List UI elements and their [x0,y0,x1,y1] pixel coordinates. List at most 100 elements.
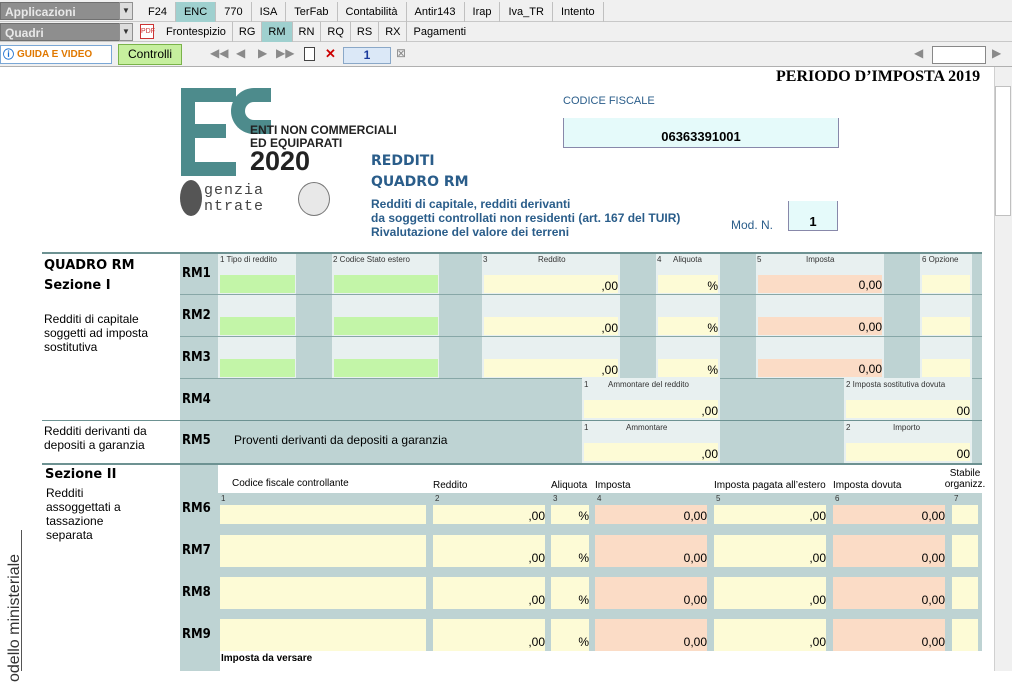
rm6-imposta-field[interactable]: 0,00 [595,505,707,524]
rm5-ammontare-field[interactable]: ,00 [584,443,718,461]
tab-rn[interactable]: RN [293,22,322,42]
tab-770[interactable]: 770 [216,2,252,22]
rm8-estero-field[interactable]: ,00 [714,577,826,609]
tab-terfab[interactable]: TerFab [286,2,338,22]
rm7-imposta-field[interactable]: 0,00 [595,535,707,567]
rm2-reddito-field[interactable]: ,00 [484,317,618,335]
rm1-stato-field[interactable] [334,275,438,293]
rm7-aliquota-field[interactable]: % [551,535,589,567]
col-num-6: 6 [835,494,840,503]
rm8-aliquota-field[interactable]: % [551,577,589,609]
tab-enc[interactable]: ENC [175,2,217,22]
tab-intento[interactable]: Intento [553,2,604,22]
help-icon: ⓘ [3,49,14,61]
codice-fiscale-label: CODICE FISCALE [563,95,655,107]
close-page-icon[interactable]: ⊠ [396,46,406,60]
rm9-codice-fiscale-field[interactable] [220,619,426,651]
rm7-reddito-field[interactable]: ,00 [433,535,545,567]
tab-rm[interactable]: RM [262,22,293,42]
rm2-label: RM2 [182,308,211,323]
tab-isa[interactable]: ISA [252,2,287,22]
tab-contabilita[interactable]: Contabilità [338,2,407,22]
rm8-codice-fiscale-field[interactable] [220,577,426,609]
rm7-stabile-field[interactable] [952,535,978,567]
rm1-tipo-field[interactable] [220,275,295,293]
tab-iva-tr[interactable]: Iva_TR [500,2,553,22]
new-page-icon[interactable] [304,47,315,61]
col-stabile-organizz: Stabile organizz. [944,468,986,490]
rm4-ammontare-field[interactable]: ,00 [584,400,718,418]
controlli-button[interactable]: Controlli [118,44,182,65]
rm9-dovuta-field[interactable]: 0,00 [833,619,945,651]
guida-video-button[interactable]: ⓘ GUIDA E VIDEO [0,45,112,64]
search-input[interactable] [932,46,986,64]
rm6-reddito-field[interactable]: ,00 [433,505,545,524]
rm9-reddito-field[interactable]: ,00 [433,619,545,651]
rm8-stabile-field[interactable] [952,577,978,609]
tab-rg[interactable]: RG [233,22,263,42]
rm2-opzione-field[interactable] [922,317,970,335]
tab-rx[interactable]: RX [379,22,408,42]
rm3-stato-field[interactable] [334,359,438,377]
tab-f24[interactable]: F24 [140,2,176,22]
rm2-tipo-field[interactable] [220,317,295,335]
rm8-dovuta-field[interactable]: 0,00 [833,577,945,609]
rm2-aliquota-field[interactable]: % [658,317,718,335]
applicazioni-dropdown[interactable]: Applicazioni [0,2,120,20]
codice-fiscale-field[interactable]: 06363391001 [563,118,839,148]
rm7-dovuta-field[interactable]: 0,00 [833,535,945,567]
mod-number-field[interactable]: 1 [788,201,838,231]
rm3-reddito-field[interactable]: ,00 [484,359,618,377]
rm9-stabile-field[interactable] [952,619,978,651]
tab-rs[interactable]: RS [351,22,380,42]
rm6-estero-field[interactable]: ,00 [714,505,826,524]
col-aliquota: Aliquota [551,480,588,491]
scroll-left-icon[interactable]: ◀ [914,46,923,60]
rm9-estero-field[interactable]: ,00 [714,619,826,651]
rm6-codice-fiscale-field[interactable] [220,505,426,524]
rm1-imposta-field[interactable]: 0,00 [758,275,882,293]
tab-antir143[interactable]: Antir143 [407,2,465,22]
rm1-opzione-field[interactable] [922,275,970,293]
scrollbar-thumb[interactable] [995,86,1011,216]
chevron-down-icon[interactable]: ▼ [119,23,133,41]
col-imposta-num: 5 [757,255,762,264]
rm6-aliquota-field[interactable]: % [551,505,589,524]
logo-year: 2020 [250,146,311,176]
chevron-down-icon[interactable]: ▼ [119,2,133,20]
pdf-icon[interactable]: PDF [140,24,155,39]
rm9-aliquota-field[interactable]: % [551,619,589,651]
rm3-tipo-field[interactable] [220,359,295,377]
delete-page-icon[interactable]: ✕ [325,46,336,62]
rm7-label: RM7 [182,543,211,558]
rm6-dovuta-field[interactable]: 0,00 [833,505,945,524]
rm2-stato-field[interactable] [334,317,438,335]
rm2-imposta-field[interactable]: 0,00 [758,317,882,335]
page-number-field[interactable]: 1 [343,47,391,64]
last-page-icon[interactable]: ▶▶ [276,46,294,60]
tab-irap[interactable]: Irap [465,2,501,22]
prev-page-icon[interactable]: ◀ [236,46,245,60]
rm1-reddito-field[interactable]: ,00 [484,275,618,293]
rm8-reddito-field[interactable]: ,00 [433,577,545,609]
col-imposta-estero: Imposta pagata all’estero [714,480,826,491]
tab-frontespizio[interactable]: Frontespizio [160,22,233,42]
scroll-right-icon[interactable]: ▶ [992,46,1001,60]
rm6-stabile-field[interactable] [952,505,978,524]
rm7-estero-field[interactable]: ,00 [714,535,826,567]
rm8-imposta-field[interactable]: 0,00 [595,577,707,609]
tab-pagamenti[interactable]: Pagamenti [407,22,472,42]
tab-rq[interactable]: RQ [321,22,351,42]
rm1-aliquota-field[interactable]: % [658,275,718,293]
rm3-opzione-field[interactable] [922,359,970,377]
rm9-imposta-field[interactable]: 0,00 [595,619,707,651]
rm5-importo-field[interactable]: 00 [846,443,970,461]
rm3-aliquota-field[interactable]: % [658,359,718,377]
sezione-i-description: Redditi di capitale soggetti ad imposta … [44,312,149,354]
next-page-icon[interactable]: ▶ [258,46,267,60]
quadri-dropdown[interactable]: Quadri [0,23,120,41]
rm7-codice-fiscale-field[interactable] [220,535,426,567]
rm3-imposta-field[interactable]: 0,00 [758,359,882,377]
rm4-imposta-field[interactable]: 00 [846,400,970,418]
first-page-icon[interactable]: ◀◀ [210,46,228,60]
